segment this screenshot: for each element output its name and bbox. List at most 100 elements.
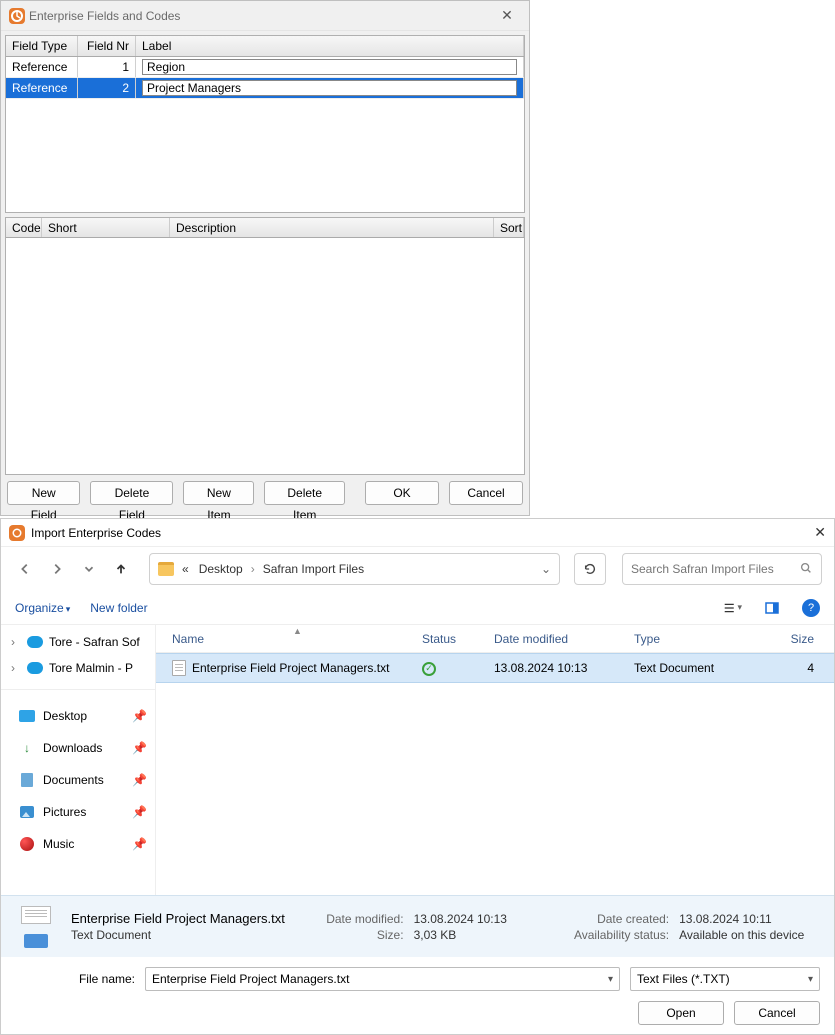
details-size-label: Size: [311, 928, 404, 942]
sidebar-item-label: Desktop [43, 709, 124, 723]
cell-type: Reference [6, 57, 78, 77]
col-label[interactable]: Label [136, 36, 524, 56]
col-size[interactable]: Size [750, 632, 822, 646]
filetype-filter-combo[interactable]: Text Files (*.TXT) ▾ [630, 967, 820, 991]
breadcrumb-sep: « [180, 562, 191, 576]
organize-menu[interactable]: Organize▾ [15, 601, 70, 615]
sidebar-item-label: Tore Malmin - P [49, 661, 133, 675]
recent-icon[interactable] [77, 557, 101, 581]
refresh-icon[interactable] [574, 553, 606, 585]
cancel-button[interactable]: Cancel [734, 1001, 820, 1025]
back-icon[interactable] [13, 557, 37, 581]
details-availability-value: Available on this device [679, 928, 820, 942]
pin-icon[interactable]: 📌 [132, 773, 147, 787]
file-preview-icon [15, 906, 57, 948]
fields-grid[interactable]: Field Type Field Nr Label Reference 1 Re… [5, 35, 525, 213]
file-name-cell: Enterprise Field Project Managers.txt [168, 660, 418, 676]
dialog-body: › Tore - Safran Sof › Tore Malmin - P De… [1, 625, 834, 895]
col-field-type[interactable]: Field Type [6, 36, 78, 56]
col-field-nr[interactable]: Field Nr [78, 36, 136, 56]
close-icon[interactable]: ✕ [493, 7, 521, 24]
file-open-dialog: Import Enterprise Codes ✕ « Desktop › Sa… [0, 518, 835, 1035]
sidebar-item-label: Tore - Safran Sof [49, 635, 140, 649]
col-status[interactable]: Status [418, 632, 490, 646]
filename-combo[interactable]: Enterprise Field Project Managers.txt ▾ [145, 967, 620, 991]
col-short[interactable]: Short [42, 218, 170, 237]
sidebar-item-onedrive[interactable]: › Tore Malmin - P [5, 655, 151, 681]
file-modified-cell: 13.08.2024 10:13 [490, 661, 630, 675]
sort-asc-icon: ▲ [293, 626, 302, 636]
window-title: Enterprise Fields and Codes [25, 9, 493, 23]
desktop-icon [19, 708, 35, 724]
titlebar: Import Enterprise Codes ✕ [1, 519, 834, 547]
forward-icon[interactable] [45, 557, 69, 581]
search-icon [799, 561, 813, 578]
sidebar-item-onedrive[interactable]: › Tore - Safran Sof [5, 629, 151, 655]
file-name: Enterprise Field Project Managers.txt [192, 661, 389, 675]
cell-label-text: Project Managers [142, 80, 517, 96]
search-box[interactable] [622, 553, 822, 585]
file-row[interactable]: Enterprise Field Project Managers.txt ✓ … [156, 653, 834, 683]
chevron-right-icon[interactable]: › [11, 635, 21, 649]
col-date-modified[interactable]: Date modified [490, 632, 630, 646]
titlebar: Enterprise Fields and Codes ✕ [1, 1, 529, 31]
address-bar[interactable]: « Desktop › Safran Import Files ⌄ [149, 553, 560, 585]
navigation-sidebar[interactable]: › Tore - Safran Sof › Tore Malmin - P De… [1, 625, 156, 895]
col-name[interactable]: ▲ Name [168, 632, 418, 646]
view-list-icon[interactable]: ▾ [722, 598, 742, 618]
cancel-button[interactable]: Cancel [449, 481, 523, 505]
fields-grid-row[interactable]: Reference 1 Region [6, 57, 524, 78]
new-folder-button[interactable]: New folder [90, 601, 147, 615]
details-modified-label: Date modified: [311, 912, 404, 926]
codes-grid-header: Code Short Description Sort [6, 218, 524, 238]
up-icon[interactable] [109, 557, 133, 581]
sidebar-item-downloads[interactable]: ↓ Downloads 📌 [1, 732, 155, 764]
delete-item-button[interactable]: Delete Item [264, 481, 345, 505]
close-icon[interactable]: ✕ [802, 524, 826, 541]
filename-label: File name: [15, 972, 135, 986]
sidebar-item-pictures[interactable]: Pictures 📌 [1, 796, 155, 828]
fields-grid-row[interactable]: Reference 2 Project Managers [6, 78, 524, 99]
chevron-right-icon[interactable]: › [251, 562, 255, 576]
col-sort[interactable]: Sort [494, 218, 524, 237]
help-icon[interactable]: ? [802, 599, 820, 617]
chevron-down-icon[interactable]: ▾ [608, 974, 613, 985]
cloud-icon [27, 662, 43, 674]
col-type[interactable]: Type [630, 632, 750, 646]
sidebar-item-desktop[interactable]: Desktop 📌 [1, 700, 155, 732]
chevron-right-icon[interactable]: › [11, 661, 21, 675]
pin-icon[interactable]: 📌 [132, 741, 147, 755]
cloud-icon [27, 636, 43, 648]
details-pane: Enterprise Field Project Managers.txt Da… [1, 895, 834, 957]
pin-icon[interactable]: 📌 [132, 709, 147, 723]
ok-button[interactable]: OK [365, 481, 439, 505]
sidebar-item-documents[interactable]: Documents 📌 [1, 764, 155, 796]
details-created-value: 13.08.2024 10:11 [679, 912, 820, 926]
cell-nr: 2 [78, 78, 136, 98]
col-code[interactable]: Code [6, 218, 42, 237]
col-description[interactable]: Description [170, 218, 494, 237]
pin-icon[interactable]: 📌 [132, 805, 147, 819]
file-list[interactable]: ▲ Name Status Date modified Type Size En… [156, 625, 834, 895]
search-input[interactable] [631, 562, 799, 576]
breadcrumb-item[interactable]: Safran Import Files [261, 562, 366, 576]
sidebar-item-music[interactable]: Music 📌 [1, 828, 155, 860]
new-field-button[interactable]: New Field [7, 481, 80, 505]
sidebar-item-label: Documents [43, 773, 124, 787]
open-button[interactable]: Open [638, 1001, 724, 1025]
sidebar-item-label: Downloads [43, 741, 124, 755]
chevron-down-icon[interactable]: ▾ [808, 974, 813, 985]
chevron-down-icon[interactable]: ⌄ [541, 562, 551, 576]
new-item-button[interactable]: New Item [183, 481, 254, 505]
delete-field-button[interactable]: Delete Field [90, 481, 173, 505]
codes-grid[interactable]: Code Short Description Sort [5, 217, 525, 475]
details-created-label: Date created: [558, 912, 669, 926]
app-icon [9, 8, 25, 24]
file-status-cell: ✓ [418, 660, 490, 676]
bottom-bar: File name: Enterprise Field Project Mana… [1, 957, 834, 1035]
preview-pane-icon[interactable] [762, 598, 782, 618]
filename-value: Enterprise Field Project Managers.txt [152, 972, 349, 986]
file-type-cell: Text Document [630, 661, 750, 675]
breadcrumb-item[interactable]: Desktop [197, 562, 245, 576]
pin-icon[interactable]: 📌 [132, 837, 147, 851]
